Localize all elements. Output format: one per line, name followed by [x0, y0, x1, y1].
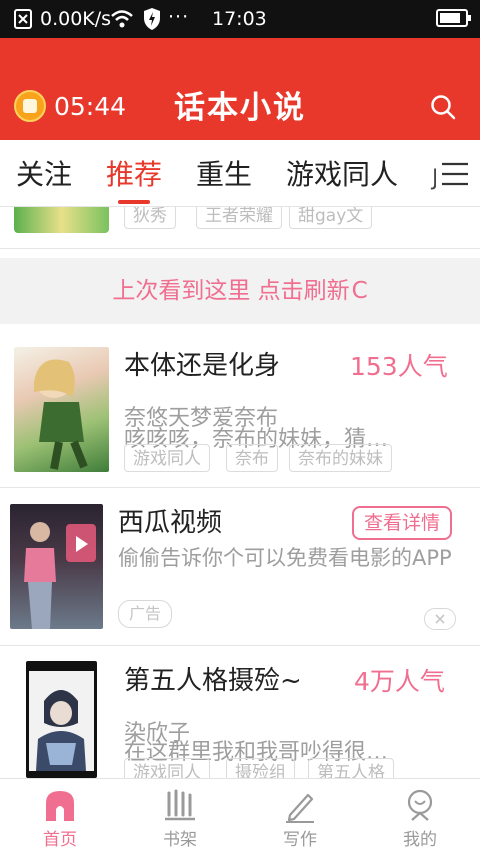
- story-cover[interactable]: [26, 661, 97, 778]
- story-title[interactable]: 本体还是化身: [124, 350, 280, 382]
- tab-follow[interactable]: 关注: [16, 158, 72, 192]
- more-indicator: ···: [168, 6, 190, 28]
- refresh-bar[interactable]: 上次看到这里 点击刷新C: [0, 258, 480, 324]
- popularity-count: 4万人气: [354, 667, 445, 696]
- search-icon[interactable]: [430, 94, 456, 120]
- refresh-text[interactable]: 上次看到这里 点击刷新C: [0, 276, 480, 306]
- ad-badge: 广告: [118, 600, 173, 628]
- story-title[interactable]: 第五人格摄殓~: [124, 665, 302, 697]
- ad-description: 偷偷告诉你个可以免费看电影的APP: [118, 546, 452, 570]
- bottom-nav: 首页 书架 写作 我的: [0, 778, 480, 855]
- active-tab-indicator: [118, 200, 150, 204]
- bookshelf-icon: [165, 789, 195, 821]
- tag[interactable]: 王者荣耀: [196, 207, 282, 229]
- home-icon: [46, 791, 74, 821]
- nav-home[interactable]: 首页: [0, 779, 120, 855]
- nav-label: 首页: [43, 830, 77, 850]
- story-cover[interactable]: [14, 207, 109, 233]
- tab-game-fanfic[interactable]: 游戏同人: [286, 158, 398, 192]
- nav-label: 写作: [283, 830, 317, 850]
- divider: [0, 487, 480, 488]
- nav-label: 我的: [403, 830, 437, 850]
- wifi-icon: [111, 10, 133, 28]
- network-speed: 0.00K/s: [40, 8, 112, 30]
- close-icon[interactable]: [424, 608, 456, 630]
- divider: [0, 248, 480, 249]
- nav-profile[interactable]: 我的: [360, 779, 480, 855]
- pencil-icon: [286, 793, 314, 823]
- ad-image[interactable]: [10, 504, 103, 629]
- partial-tags: 狄秀 王者荣耀 甜gay文: [124, 207, 424, 235]
- tab-rebirth[interactable]: 重生: [196, 158, 252, 192]
- nav-label: 书架: [163, 830, 197, 850]
- app-title: 话本小说: [174, 90, 306, 126]
- tag[interactable]: 奈布: [226, 444, 278, 472]
- tag[interactable]: 奈布的妹妹: [289, 444, 392, 472]
- profile-icon: [407, 789, 433, 821]
- story-cover[interactable]: [14, 347, 109, 472]
- battery-icon: [436, 9, 471, 27]
- category-menu-icon[interactable]: [436, 160, 472, 188]
- category-tabs: 关注 推荐 重生 游戏同人 J: [0, 140, 480, 207]
- clock: 17:03: [212, 8, 267, 30]
- popularity-count: 153人气: [350, 352, 448, 381]
- app-header: 05:44 话本小说: [0, 38, 480, 140]
- notification-icon: [14, 9, 32, 29]
- nav-write[interactable]: 写作: [240, 779, 360, 855]
- tag[interactable]: 游戏同人: [124, 444, 210, 472]
- view-details-button[interactable]: 查看详情: [352, 506, 452, 540]
- refresh-icon: C: [351, 278, 368, 304]
- nav-bookshelf[interactable]: 书架: [120, 779, 240, 855]
- divider: [0, 645, 480, 646]
- tag[interactable]: 狄秀: [124, 207, 176, 229]
- tab-recommend[interactable]: 推荐: [106, 158, 162, 192]
- status-bar: 0.00K/s ··· 17:03: [0, 0, 480, 38]
- refresh-label: 上次看到这里 点击刷新: [112, 278, 350, 304]
- tag[interactable]: 甜gay文: [289, 207, 373, 229]
- shield-icon: [144, 8, 160, 30]
- ad-title[interactable]: 西瓜视频: [118, 507, 222, 539]
